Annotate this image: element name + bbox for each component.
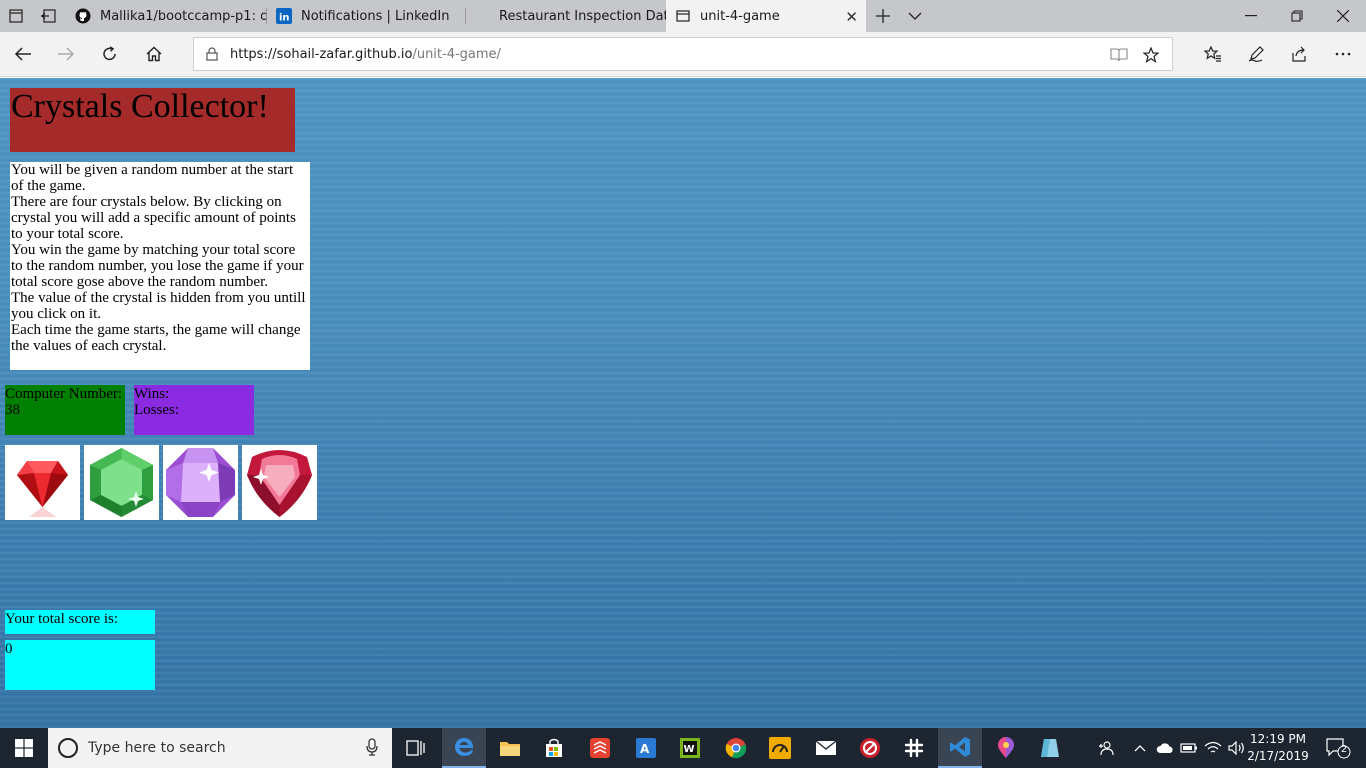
mail-icon[interactable] [804,728,848,768]
refresh-icon[interactable] [93,38,127,70]
computer-number-value: 38 [5,402,20,418]
web-note-pen-icon[interactable] [1239,38,1273,70]
windows-taskbar: Type here to search A W 12:19 PM 2/17/20… [0,728,1366,768]
forward-arrow-icon[interactable] [49,38,83,70]
page-icon [674,7,692,25]
tab-label: Mallika1/bootccamp-p1: ou [100,8,266,24]
minimize-icon[interactable] [1228,0,1274,32]
slack-icon[interactable] [892,728,936,768]
todoist-icon[interactable] [578,728,622,768]
more-menu-icon[interactable] [1326,38,1360,70]
score-value: 0 [5,640,155,690]
address-bar[interactable]: https://sohail-zafar.github.io/unit-4-ga… [193,37,1173,71]
restore-icon[interactable] [1274,0,1320,32]
edge-browser-icon[interactable] [442,728,486,768]
tab-label: Notifications | LinkedIn [301,8,450,24]
reading-view-icon[interactable] [1108,44,1130,66]
taskbar-search-box[interactable]: Type here to search [48,728,392,768]
people-icon[interactable] [1094,728,1118,768]
windows-start-icon[interactable] [0,728,48,768]
url-path: /unit-4-game/ [412,46,501,62]
tab-manager-icon[interactable] [0,0,32,32]
tab-linkedin[interactable]: in Notifications | LinkedIn [267,0,465,32]
vscode-icon[interactable] [938,728,982,768]
clock-time: 12:19 PM [1250,732,1306,746]
home-icon[interactable] [137,38,171,70]
instruction-line: The value of the crystal is hidden from … [11,290,306,322]
lock-icon [194,47,230,61]
title-banner: Crystals Collector! [10,88,295,152]
score-label: Your total score is: [5,610,155,634]
browser-toolbar: https://sohail-zafar.github.io/unit-4-ga… [0,32,1366,77]
red-diamond-crystal[interactable] [5,445,80,520]
instruction-line: You win the game by matching your total … [11,242,304,290]
crystal-app-icon[interactable] [1028,728,1072,768]
game-page: Crystals Collector! You will be given a … [0,78,1366,728]
url-host: https://sohail-zafar.github.io [230,46,413,62]
instructions-panel: You will be given a random number at the… [10,162,310,370]
back-arrow-icon[interactable] [6,38,40,70]
losses-label: Losses: [134,402,179,418]
chrome-icon[interactable] [714,728,758,768]
notification-count-badge: 2 [1340,744,1348,755]
microphone-icon[interactable] [366,738,378,760]
store-icon[interactable] [532,728,576,768]
close-tab-icon[interactable]: ✕ [845,8,858,26]
page-title: Crystals Collector! [11,88,269,125]
svg-text:in: in [279,13,290,24]
svg-text:W: W [684,744,695,755]
wins-label: Wins: [134,386,170,402]
linkedin-icon: in [275,7,293,25]
file-explorer-icon[interactable] [488,728,532,768]
close-window-icon[interactable] [1320,0,1366,32]
purple-octagon-crystal[interactable] [163,445,238,520]
browser-tab-bar: Mallika1/bootccamp-p1: ou in Notificatio… [0,0,1366,32]
wifi-icon[interactable] [1202,728,1224,768]
speedometer-app-icon[interactable] [758,728,802,768]
task-view-icon[interactable] [394,728,438,768]
webstorm-icon[interactable]: W [668,728,712,768]
tray-chevron-up-icon[interactable] [1130,728,1150,768]
github-icon [74,7,92,25]
tab-restaurant-inspection[interactable]: Restaurant Inspection Data [466,0,666,32]
tab-label: unit-4-game [700,8,780,24]
tab-unit-4-game[interactable]: unit-4-game ✕ [666,0,866,32]
circle-app-icon[interactable] [848,728,892,768]
maps-pin-icon[interactable] [984,728,1028,768]
pink-heart-crystal[interactable] [242,445,317,520]
action-center-icon[interactable]: 2 [1318,728,1358,768]
battery-icon[interactable] [1178,728,1200,768]
favorite-star-icon[interactable] [1140,44,1162,66]
volume-icon[interactable] [1226,728,1248,768]
set-tabs-aside-icon[interactable] [32,0,64,32]
cortana-icon [58,738,78,758]
onedrive-cloud-icon[interactable] [1154,728,1176,768]
azure-app-icon[interactable]: A [624,728,668,768]
instruction-line: There are four crystals below. By clicki… [11,194,296,242]
tab-github[interactable]: Mallika1/bootccamp-p1: ou [66,0,266,32]
green-hexagon-crystal[interactable] [84,445,159,520]
computer-number-label: Computer Number: [5,386,123,402]
favorites-hub-icon[interactable] [1196,38,1230,70]
clock-date: 2/17/2019 [1247,749,1309,763]
share-icon[interactable] [1282,38,1316,70]
instruction-line: You will be given a random number at the… [11,162,294,194]
tab-preview-chevron-icon[interactable] [892,0,938,32]
tab-label: Restaurant Inspection Data [499,8,666,24]
search-placeholder: Type here to search [88,740,226,756]
taskbar-clock[interactable]: 12:19 PM 2/17/2019 [1246,731,1310,765]
instruction-line: Each time the game starts, the game will… [11,322,301,354]
wins-losses-box: Wins: Losses: [134,385,254,435]
computer-number-box: Computer Number: 38 [5,385,125,435]
svg-text:A: A [640,742,650,756]
